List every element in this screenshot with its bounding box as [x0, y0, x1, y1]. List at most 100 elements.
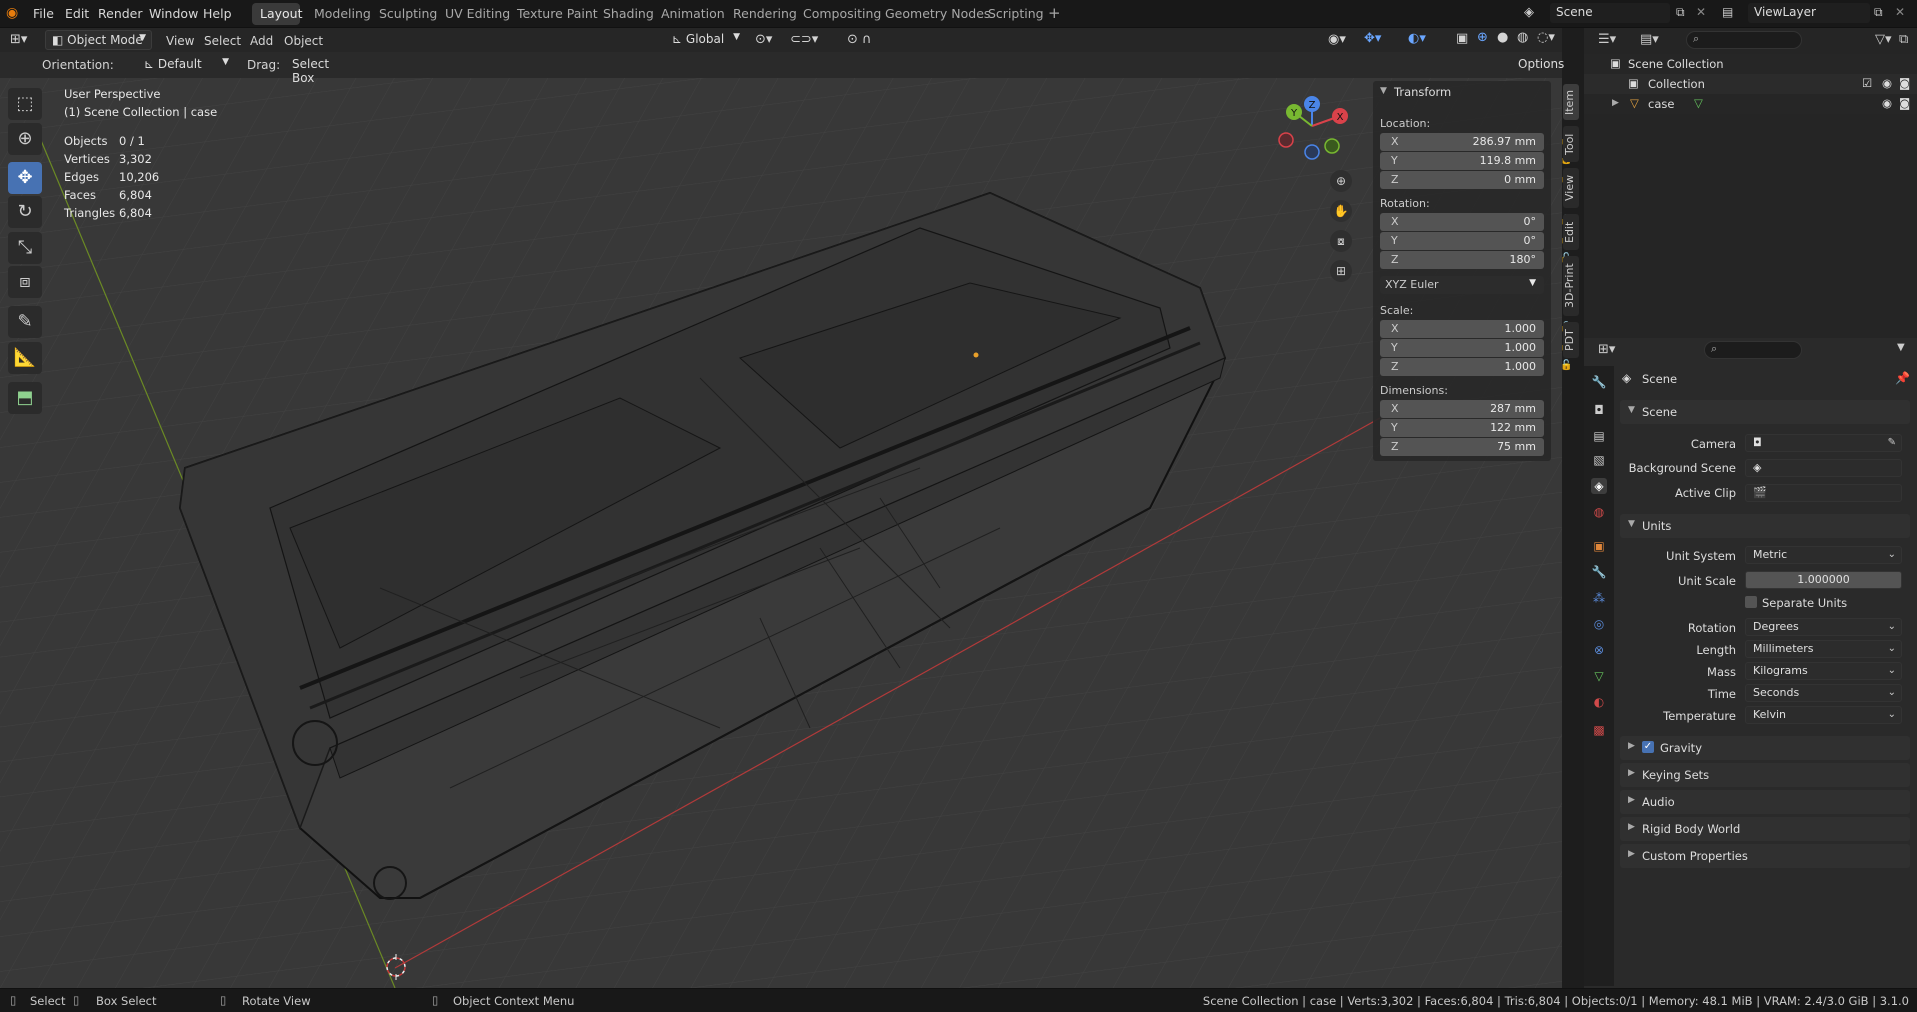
new-scene-icon[interactable]: ⧉ — [1676, 5, 1685, 20]
tab-layout[interactable]: Layout — [260, 6, 303, 21]
pin-icon[interactable]: 📌 — [1895, 371, 1910, 385]
expand-arrow-icon[interactable]: ▶ — [1612, 98, 1619, 108]
tab-edit[interactable]: Edit — [1563, 214, 1579, 250]
menu-object[interactable]: Object — [284, 34, 323, 48]
overlay-toggle-icon[interactable]: ◐▾ — [1408, 31, 1426, 46]
transform-orientation-selector[interactable]: ⊾ Global ▼ — [666, 30, 742, 50]
new-collection-icon[interactable]: ⧉ — [1899, 32, 1908, 47]
outliner-search-input[interactable]: ⌕ — [1686, 31, 1802, 49]
eye-icon[interactable]: ◉ — [1882, 96, 1892, 110]
dimension-y-field[interactable]: Y 122 mm — [1380, 419, 1544, 437]
tab-modeling[interactable]: Modeling — [314, 6, 371, 21]
time-unit-dropdown[interactable]: Seconds ⌄ — [1745, 684, 1902, 702]
keying-sets-section-header[interactable]: ▶ Keying Sets — [1620, 763, 1910, 787]
rotate-tool-icon[interactable]: ↻ — [8, 196, 42, 228]
properties-editor-icon[interactable]: ⊞▾ — [1598, 342, 1615, 357]
tab-sculpting[interactable]: Sculpting — [379, 6, 437, 21]
zoom-icon[interactable]: ⊕ — [1330, 170, 1352, 192]
navigation-gizmo[interactable]: Z X Y — [1272, 90, 1352, 170]
xray-icon[interactable]: ▣ — [1456, 31, 1468, 46]
location-x-field[interactable]: X286.97 mm🔓 — [1380, 133, 1572, 151]
material-shading-icon[interactable]: ◍ — [1517, 30, 1528, 45]
rotation-y-field[interactable]: Y0°🔓 — [1380, 232, 1572, 250]
particles-tab-icon[interactable]: ⁂ — [1591, 590, 1607, 606]
delete-viewlayer-icon[interactable]: ✕ — [1895, 5, 1905, 19]
location-y-field[interactable]: Y119.8 mm🔓 — [1380, 152, 1572, 170]
tab-shading[interactable]: Shading — [603, 6, 654, 21]
tab-animation[interactable]: Animation — [661, 6, 725, 21]
gravity-section-header[interactable]: ▶ ✓ Gravity — [1620, 736, 1910, 760]
3d-viewport[interactable] — [0, 28, 1562, 988]
outliner-row-collection[interactable]: ▣ Collection ☑ ◉ ◙ — [1584, 74, 1917, 94]
move-tool-icon[interactable]: ✥ — [8, 162, 42, 194]
tab-3d-print[interactable]: 3D-Print — [1563, 256, 1579, 316]
visibility-icon[interactable]: ◉▾ — [1328, 32, 1346, 47]
menu-edit[interactable]: Edit — [65, 6, 89, 21]
outliner-editor-icon[interactable]: ☰▾ — [1598, 32, 1616, 47]
rotation-x-field[interactable]: X0°🔓 — [1380, 213, 1572, 231]
proportional-edit-icon[interactable]: ⊙ ∩ — [847, 32, 872, 47]
texture-tab-icon[interactable]: ▩ — [1591, 722, 1607, 738]
outliner-row-case[interactable]: ▶ ▽ case ▽ ◉ ◙ — [1584, 94, 1917, 114]
gravity-checkbox-checked-icon[interactable]: ✓ — [1642, 741, 1654, 753]
rendered-shading-icon[interactable]: ◌▾ — [1537, 30, 1555, 45]
annotate-tool-icon[interactable]: ✎ — [8, 306, 42, 338]
gizmo-toggle-icon[interactable]: ✥▾ — [1364, 31, 1381, 46]
delete-scene-icon[interactable]: ✕ — [1696, 5, 1706, 19]
menu-file[interactable]: File — [33, 6, 54, 21]
camera-field[interactable]: ◘ ✎ — [1745, 434, 1902, 452]
pan-hand-icon[interactable]: ✋ — [1330, 200, 1352, 222]
scale-x-field[interactable]: X1.000🔓 — [1380, 320, 1572, 338]
neg-z-axis-handle[interactable] — [1304, 144, 1320, 160]
rotation-z-field[interactable]: Z180°🔓 — [1380, 251, 1572, 269]
outliner-row-scene-collection[interactable]: ▣ Scene Collection — [1584, 54, 1917, 74]
new-viewlayer-icon[interactable]: ⧉ — [1874, 5, 1883, 20]
scene-selector[interactable]: Scene — [1550, 3, 1670, 23]
dimension-x-field[interactable]: X 287 mm — [1380, 400, 1544, 418]
viewlayer-browse-icon[interactable]: ▤ — [1722, 5, 1733, 19]
pivot-icon[interactable]: ⊙▾ — [755, 32, 772, 47]
drag-selector[interactable]: Select Box — [286, 55, 356, 85]
mass-unit-dropdown[interactable]: Kilograms ⌄ — [1745, 662, 1902, 680]
tab-scripting[interactable]: Scripting — [988, 6, 1044, 21]
menu-select[interactable]: Select — [204, 34, 241, 48]
length-unit-dropdown[interactable]: Millimeters ⌄ — [1745, 640, 1902, 658]
add-workspace-icon[interactable]: + — [1048, 4, 1061, 22]
scene-browse-icon[interactable]: ◈ — [1524, 5, 1534, 20]
camera-view-icon[interactable]: ⧇ — [1330, 230, 1352, 252]
temperature-unit-dropdown[interactable]: Kelvin ⌄ — [1745, 706, 1902, 724]
viewlayer-selector[interactable]: ViewLayer — [1748, 3, 1870, 23]
rotation-unit-dropdown[interactable]: Degrees ⌄ — [1745, 618, 1902, 636]
custom-properties-section-header[interactable]: ▶ Custom Properties — [1620, 844, 1910, 868]
snap-icon[interactable]: ⊂⊃▾ — [790, 32, 818, 47]
camera-render-icon[interactable]: ◙ — [1899, 96, 1910, 110]
neg-x-axis-handle[interactable] — [1278, 132, 1294, 148]
editor-type-icon[interactable]: ⊞▾ — [10, 32, 27, 47]
eye-icon[interactable]: ◉ — [1882, 76, 1892, 90]
separate-units-checkbox[interactable] — [1745, 596, 1757, 608]
solid-shading-icon[interactable]: ● — [1497, 30, 1508, 45]
menu-render[interactable]: Render — [98, 6, 143, 21]
neg-y-axis-handle[interactable] — [1324, 138, 1340, 154]
tab-geometry-nodes[interactable]: Geometry Nodes — [885, 6, 990, 21]
menu-window[interactable]: Window — [149, 6, 198, 21]
tool-tab-icon[interactable]: 🔧 — [1591, 374, 1607, 390]
menu-add[interactable]: Add — [250, 34, 273, 48]
wireframe-shading-icon[interactable]: ⊕ — [1477, 30, 1488, 45]
tab-texture-paint[interactable]: Texture Paint — [517, 6, 598, 21]
tab-rendering[interactable]: Rendering — [733, 6, 797, 21]
display-mode-icon[interactable]: ▤▾ — [1640, 32, 1659, 47]
collapse-arrow-icon[interactable]: ▼ — [1380, 86, 1387, 96]
filter-icon[interactable]: ▽▾ — [1875, 32, 1892, 47]
dimension-z-field[interactable]: Z 75 mm — [1380, 438, 1544, 456]
scene-section-header[interactable]: ▼ Scene — [1620, 400, 1910, 424]
eyedropper-icon[interactable]: ✎ — [1888, 435, 1896, 451]
location-z-field[interactable]: Z0 mm🔓 — [1380, 171, 1572, 189]
properties-search-input[interactable]: ⌕ — [1704, 341, 1802, 359]
checkbox-checked-icon[interactable]: ☑ — [1862, 76, 1872, 90]
ortho-toggle-icon[interactable]: ⊞ — [1330, 260, 1352, 282]
scale-z-field[interactable]: Z 1.000 🔓 — [1380, 358, 1572, 376]
background-scene-field[interactable]: ◈ — [1745, 459, 1902, 477]
transform-tool-icon[interactable]: ⧈ — [8, 266, 42, 298]
measure-tool-icon[interactable]: 📐 — [8, 342, 42, 374]
